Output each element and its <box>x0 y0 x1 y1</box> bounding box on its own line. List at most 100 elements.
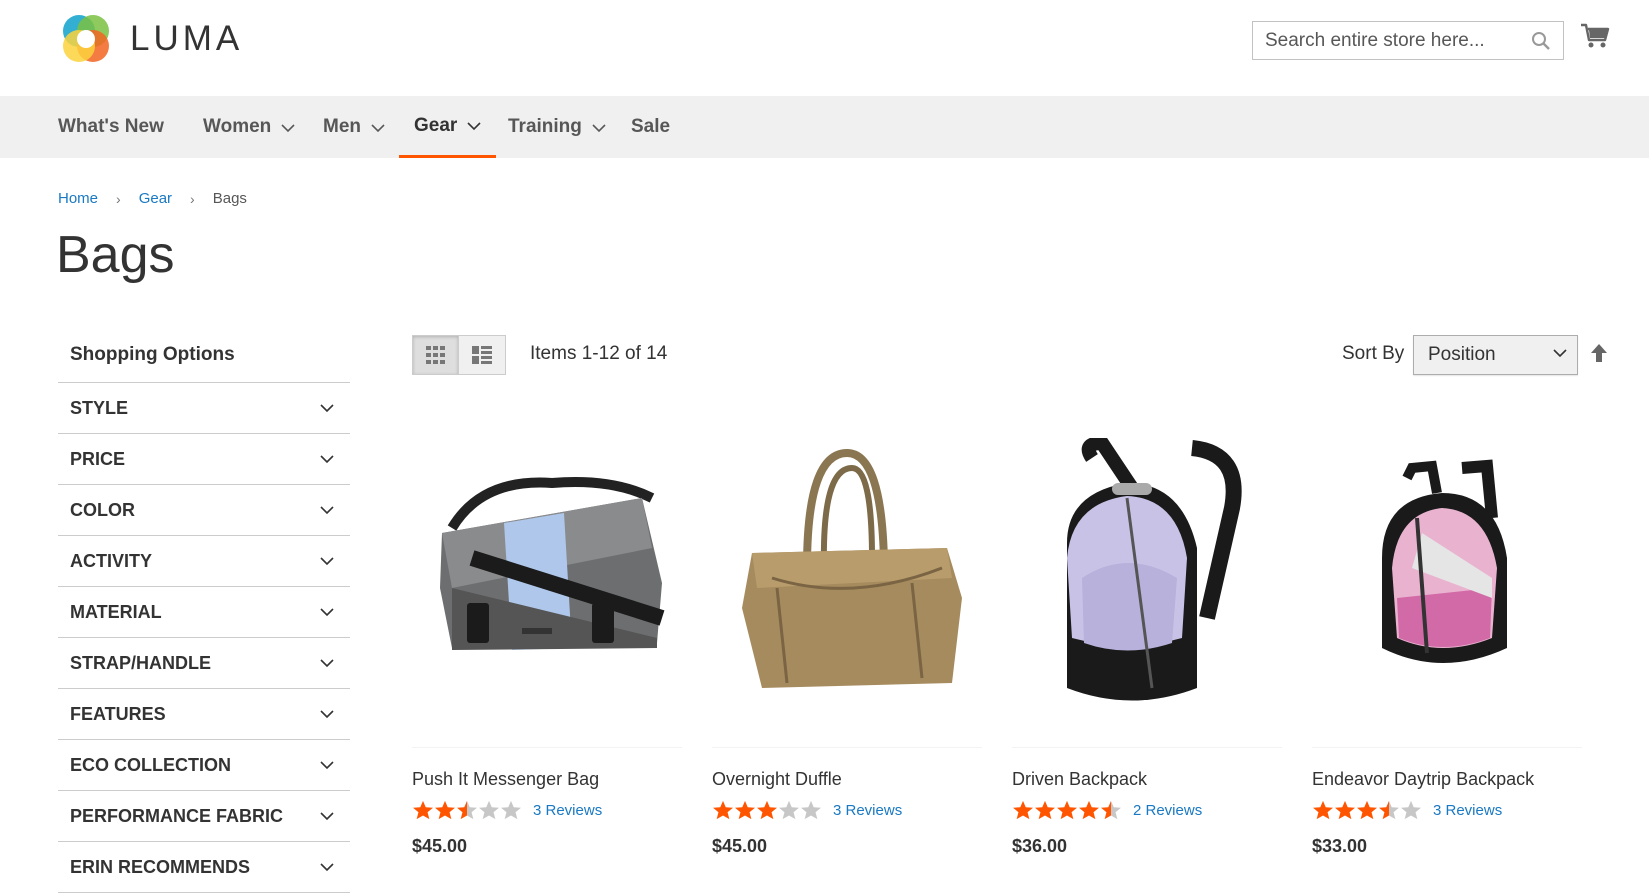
star-icon <box>1379 800 1399 820</box>
product-image-wrapper[interactable] <box>1312 438 1582 748</box>
cart-icon[interactable] <box>1580 22 1610 50</box>
product-image[interactable] <box>1012 435 1282 748</box>
product-card: Endeavor Daytrip Backpack 3 Reviews $33.00 <box>1312 438 1582 857</box>
breadcrumb: Home › Gear › Bags <box>58 190 247 207</box>
sort-by-select[interactable]: Position <box>1413 335 1578 375</box>
product-price: $36.00 <box>1012 836 1068 856</box>
filter-label: STRAP/HANDLE <box>70 652 212 673</box>
sort-direction-icon[interactable] <box>1590 343 1608 363</box>
star-icon <box>413 800 433 820</box>
breadcrumb-home-link[interactable]: Home <box>58 190 98 207</box>
chevron-down-icon <box>320 505 334 514</box>
filter-features[interactable]: FEATURES <box>58 689 350 740</box>
product-image-wrapper[interactable] <box>1012 435 1282 748</box>
filter-strap-handle[interactable]: STRAP/HANDLE <box>58 638 350 689</box>
product-name-link[interactable]: Endeavor Daytrip Backpack <box>1312 769 1582 790</box>
product-image-wrapper[interactable] <box>412 438 682 748</box>
nav-item-gear[interactable]: Gear <box>399 96 497 158</box>
star-icon <box>1335 800 1355 820</box>
product-name-link[interactable]: Overnight Duffle <box>712 769 982 790</box>
chevron-down-icon <box>371 123 385 132</box>
sort-by-label: Sort By <box>1342 343 1405 364</box>
list-view-button[interactable] <box>459 335 506 375</box>
chevron-down-icon <box>320 658 334 667</box>
rating-stars <box>1312 800 1422 820</box>
list-icon <box>472 346 492 364</box>
star-icon <box>757 800 777 820</box>
nav-item-sale[interactable]: Sale <box>631 96 670 158</box>
reviews-link[interactable]: 3 Reviews <box>1433 802 1502 819</box>
luma-logo-icon <box>63 15 109 62</box>
filter-performance-fabric[interactable]: PERFORMANCE FABRIC <box>58 791 350 842</box>
chevron-down-icon <box>592 123 606 132</box>
rating-stars <box>712 800 822 820</box>
product-card: Overnight Duffle 3 Reviews $45.00 <box>712 438 982 857</box>
store-logo[interactable]: LUMA <box>58 11 243 67</box>
rating-stars <box>1012 800 1122 820</box>
sidebar-title: Shopping Options <box>58 330 350 383</box>
filter-activity[interactable]: ACTIVITY <box>58 536 350 587</box>
search-input[interactable] <box>1263 28 1523 53</box>
star-icon <box>457 800 477 820</box>
reviews-link[interactable]: 3 Reviews <box>833 802 902 819</box>
nav-item-women[interactable]: Women <box>203 96 295 158</box>
product-name-link[interactable]: Push It Messenger Bag <box>412 769 682 790</box>
filter-eco-collection[interactable]: ECO COLLECTION <box>58 740 350 791</box>
star-icon <box>1057 800 1077 820</box>
breadcrumb-current: Bags <box>212 190 247 207</box>
header: LUMA <box>0 0 1649 96</box>
filter-style[interactable]: STYLE <box>58 383 350 434</box>
breadcrumb-gear-link[interactable]: Gear <box>139 190 172 207</box>
chevron-down-icon <box>320 811 334 820</box>
star-icon <box>435 800 455 820</box>
product-image-wrapper[interactable] <box>712 438 982 748</box>
product-name-link[interactable]: Driven Backpack <box>1012 769 1282 790</box>
product-rating: 2 Reviews <box>1012 800 1282 820</box>
star-icon <box>1013 800 1033 820</box>
chevron-down-icon <box>320 454 334 463</box>
grid-icon <box>425 346 445 364</box>
chevron-down-icon <box>320 760 334 769</box>
search-icon[interactable] <box>1531 31 1551 51</box>
product-price: $45.00 <box>712 836 768 856</box>
filter-erin-recommends[interactable]: ERIN RECOMMENDS <box>58 842 350 893</box>
product-image[interactable] <box>1312 438 1582 748</box>
star-icon <box>801 800 821 820</box>
filter-material[interactable]: MATERIAL <box>58 587 350 638</box>
nav-item-label: Women <box>203 116 272 137</box>
filter-price[interactable]: PRICE <box>58 434 350 485</box>
star-icon <box>1313 800 1333 820</box>
chevron-down-icon <box>320 709 334 718</box>
chevron-down-icon <box>281 123 295 132</box>
nav-item-training[interactable]: Training <box>508 96 606 158</box>
filter-label: ERIN RECOMMENDS <box>70 856 251 877</box>
main-navigation: What's New Women Men Gear Training Sale <box>0 96 1649 158</box>
product-rating: 3 Reviews <box>1312 800 1582 820</box>
product-image[interactable] <box>712 438 982 748</box>
filter-label: MATERIAL <box>70 601 162 622</box>
reviews-link[interactable]: 3 Reviews <box>533 802 602 819</box>
chevron-down-icon <box>320 862 334 871</box>
brand-name: LUMA <box>130 19 244 58</box>
chevron-down-icon <box>467 122 481 131</box>
chevron-right-icon: › <box>116 190 121 207</box>
star-icon <box>779 800 799 820</box>
nav-item-men[interactable]: Men <box>323 96 385 158</box>
nav-item-whats-new[interactable]: What's New <box>58 96 164 158</box>
nav-item-label: Men <box>323 116 361 137</box>
filter-color[interactable]: COLOR <box>58 485 350 536</box>
product-image[interactable] <box>412 438 682 748</box>
chevron-down-icon <box>320 556 334 565</box>
star-icon <box>735 800 755 820</box>
rating-stars <box>412 800 522 820</box>
grid-view-button[interactable] <box>412 335 459 375</box>
product-price: $33.00 <box>1312 836 1368 856</box>
chevron-right-icon: › <box>190 190 195 207</box>
reviews-link[interactable]: 2 Reviews <box>1133 802 1202 819</box>
filter-sidebar: Shopping Options STYLE PRICE COLOR ACTIVITY… <box>58 330 350 893</box>
sort-by-value: Position <box>1428 344 1496 365</box>
product-price: $45.00 <box>412 836 468 856</box>
product-card: Push It Messenger Bag 3 Reviews $45.00 <box>412 438 682 857</box>
star-icon <box>501 800 521 820</box>
nav-item-label: Training <box>508 116 582 137</box>
